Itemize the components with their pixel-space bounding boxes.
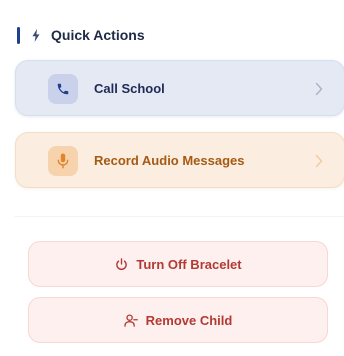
chevron-right-icon	[315, 82, 323, 96]
quick-actions-header: Quick Actions	[17, 26, 145, 44]
remove-child-label: Remove Child	[145, 312, 233, 328]
record-audio-label: Record Audio Messages	[94, 153, 245, 168]
chevron-right-icon	[315, 154, 323, 168]
call-school-button[interactable]: Call School	[15, 60, 344, 116]
microphone-icon	[57, 153, 69, 169]
quick-actions-card: Quick Actions Call School Record Audio M…	[0, 0, 344, 356]
turn-off-bracelet-label: Turn Off Bracelet	[136, 256, 242, 272]
power-icon	[114, 257, 128, 271]
record-audio-button[interactable]: Record Audio Messages	[15, 132, 344, 188]
remove-child-button[interactable]: Remove Child	[28, 297, 328, 343]
phone-icon-badge	[48, 74, 78, 104]
section-divider	[15, 216, 344, 217]
header-accent-bar	[17, 26, 20, 44]
microphone-icon-badge	[48, 146, 78, 176]
turn-off-bracelet-button[interactable]: Turn Off Bracelet	[28, 241, 328, 287]
bolt-icon	[30, 28, 42, 42]
phone-icon	[57, 83, 69, 95]
remove-user-icon	[123, 313, 138, 327]
call-school-label: Call School	[94, 81, 165, 96]
section-title: Quick Actions	[51, 27, 145, 43]
